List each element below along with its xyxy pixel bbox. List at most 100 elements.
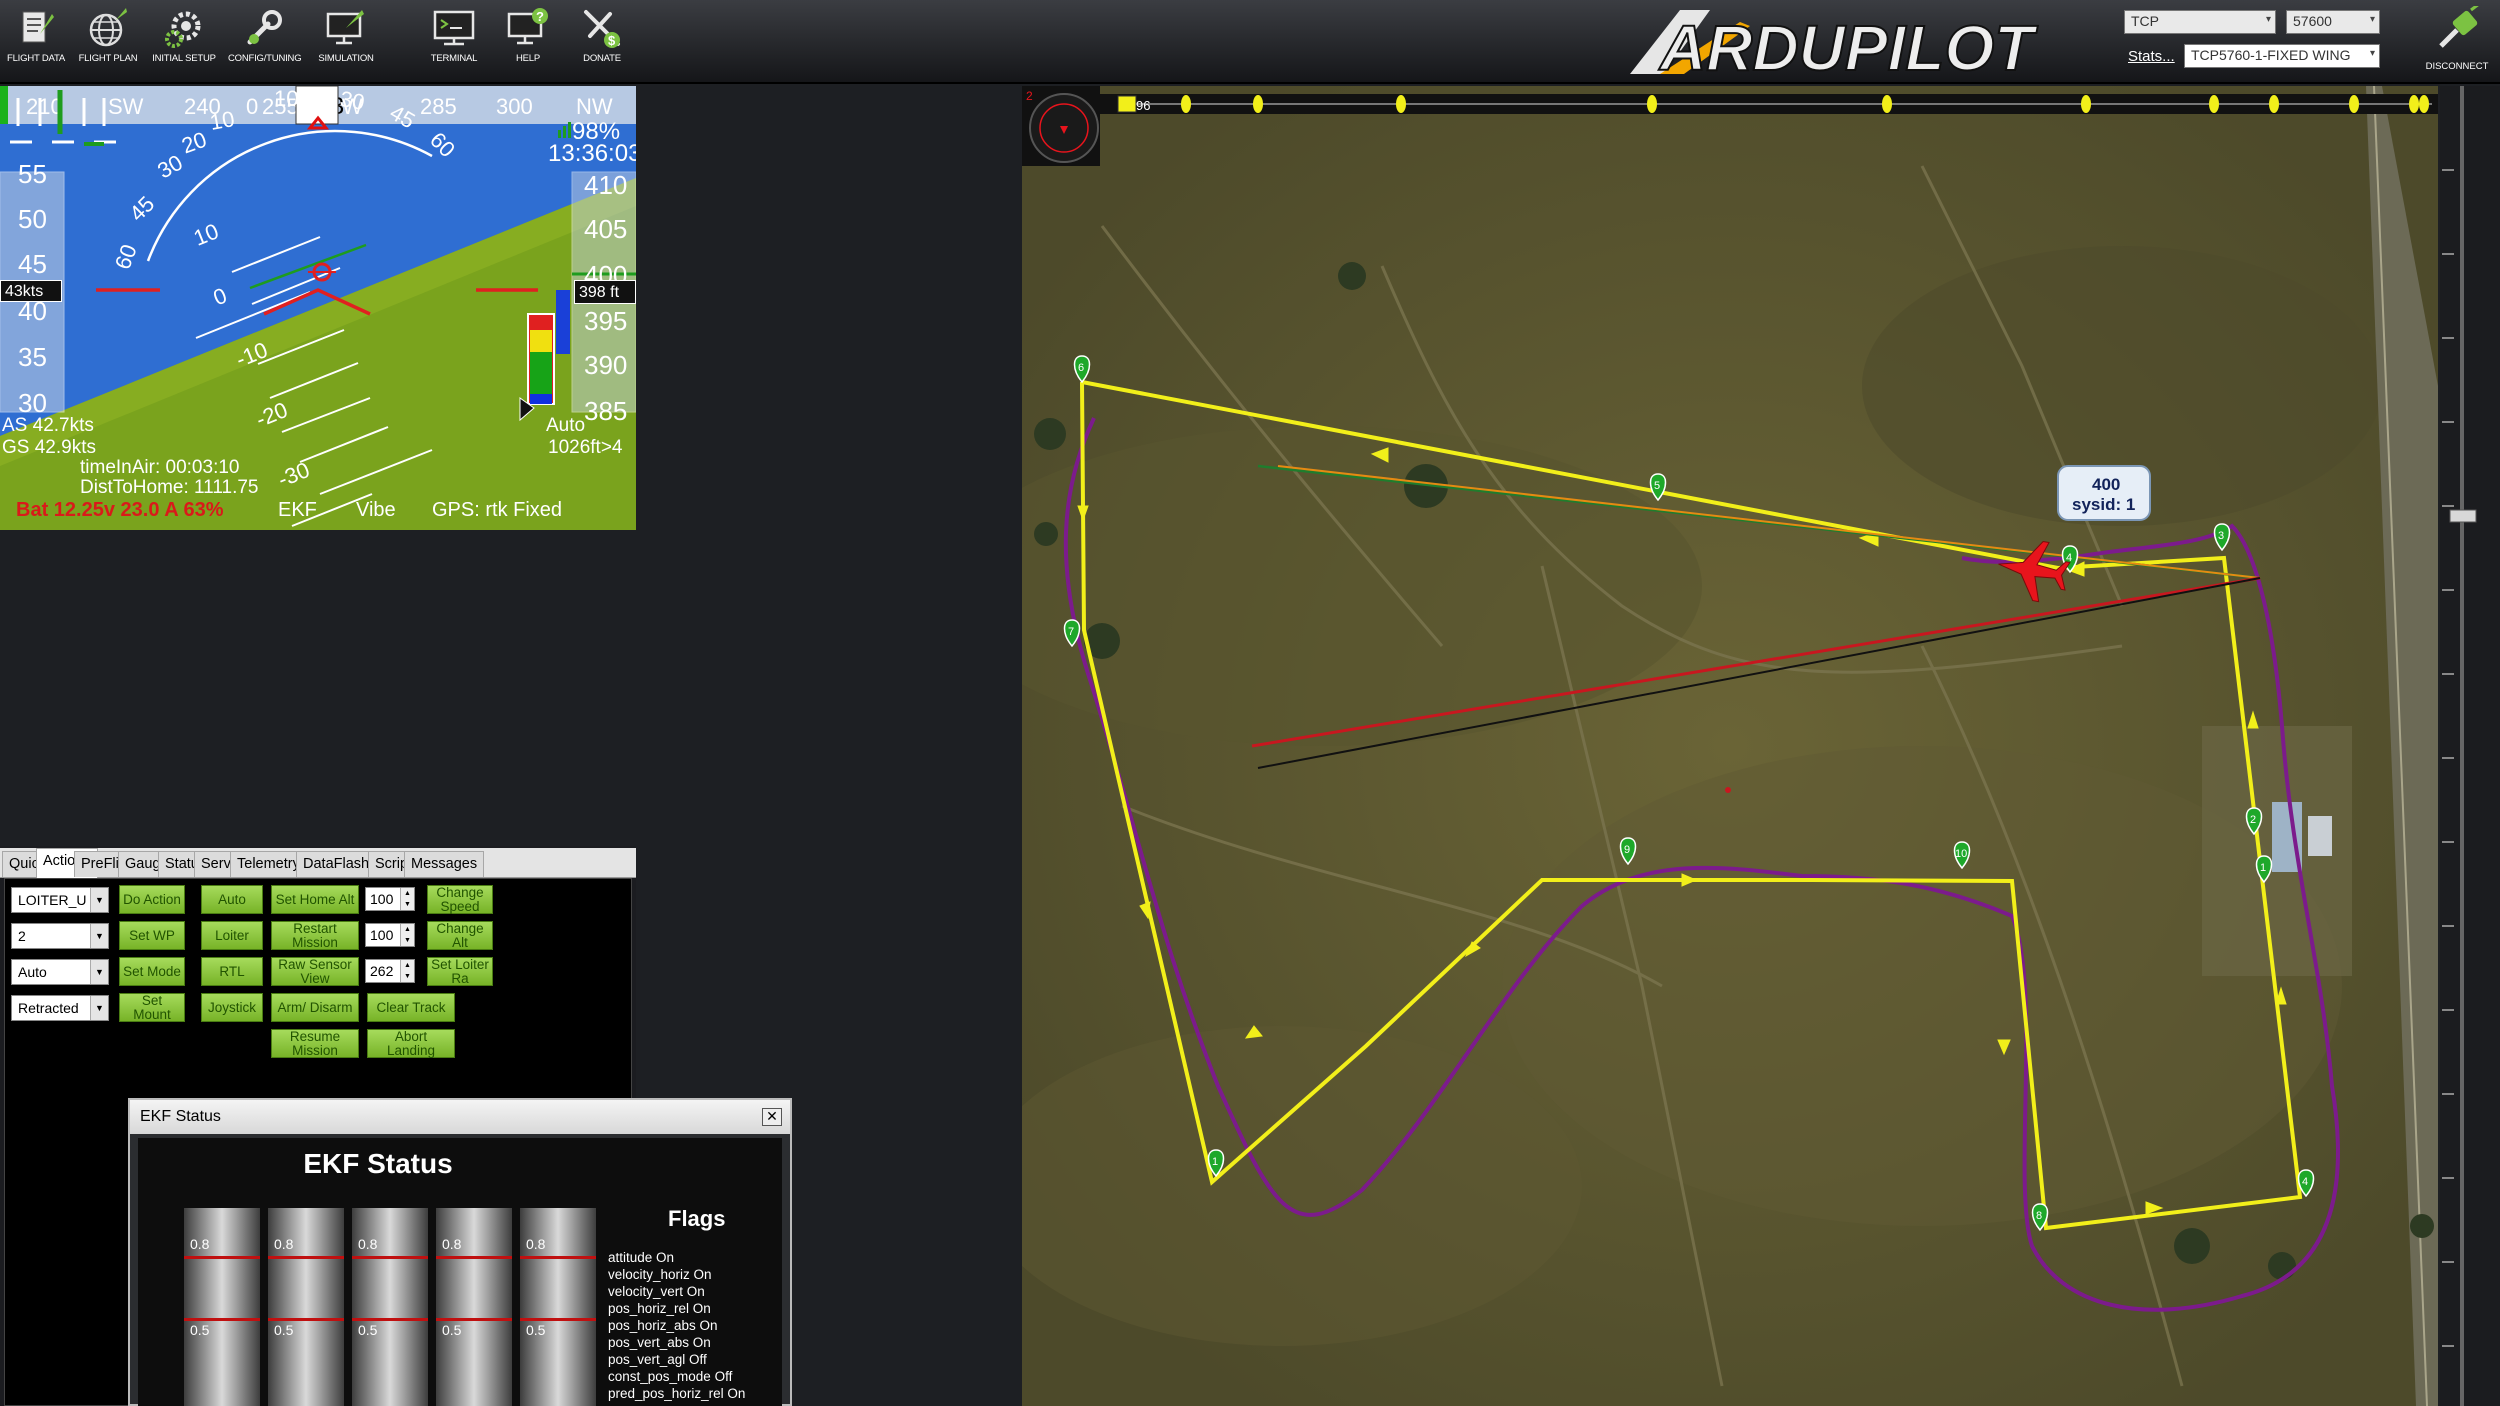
waypoint-select[interactable]: 2 ▼ [11, 923, 109, 949]
airspeed-readout: 43kts [0, 280, 62, 302]
ekf-flag: velocity_horiz On [608, 1267, 712, 1282]
spinner-arrows-icon[interactable]: ▲ ▼ [400, 888, 414, 910]
terminal-icon [433, 10, 475, 46]
svg-text:7: 7 [1068, 626, 1074, 638]
chevron-down-icon: ▾ [2265, 14, 2271, 25]
altitude-tick: 405 [584, 214, 628, 244]
vibe-indicator[interactable]: Vibe [356, 500, 396, 520]
ekf-indicator[interactable]: EKF [278, 500, 317, 520]
wrench-icon [247, 10, 282, 45]
mode-select[interactable]: Auto ▼ [11, 959, 109, 985]
arm-disarm-button[interactable]: Arm/ Disarm [271, 993, 359, 1022]
altitude-tick: 395 [584, 306, 628, 336]
resume-mission-button[interactable]: Resume Mission [271, 1029, 359, 1058]
abort-landing-button[interactable]: Abort Landing [367, 1029, 455, 1058]
map-zoom-slider[interactable] [2440, 86, 2500, 1406]
heading-tick: 210 [26, 94, 63, 119]
ekf-compass-bar: 0.8 0.5 [436, 1208, 512, 1406]
satellite-map[interactable]: 6 5 3 7 9 10 8 4 2 1 1 4 400 sysid: 1 2 … [1022, 86, 2438, 1406]
airspeed-text: AS 42.7kts [2, 415, 94, 436]
ekf-window-titlebar[interactable]: EKF Status [130, 1100, 790, 1134]
restart-mission-button[interactable]: Restart Mission [271, 921, 359, 950]
flight-data-tabs: Quick Actions PreFlight Gauges Status Se… [0, 848, 636, 878]
gps-status[interactable]: GPS: rtk Fixed [432, 500, 562, 520]
battery-status[interactable]: Bat 12.25v 23.0 A 63% [16, 500, 224, 520]
svg-text:?: ? [536, 9, 544, 24]
stats-link[interactable]: Stats... [2128, 48, 2175, 65]
ekf-velocity-bar: 0.8 0.5 [184, 1208, 260, 1406]
config-tuning-button[interactable]: CONFIG/TUNING [228, 4, 302, 80]
joystick-button[interactable]: Joystick [201, 993, 263, 1022]
do-action-button[interactable]: Do Action [119, 885, 185, 914]
zoom-slider-thumb[interactable] [2449, 509, 2477, 523]
auto-button[interactable]: Auto [201, 885, 263, 914]
speed-tick: 55 [18, 159, 47, 189]
help-button[interactable]: ? HELP [492, 4, 564, 80]
flight-data-icon [22, 11, 54, 43]
flight-plan-button[interactable]: FLIGHT PLAN [72, 4, 144, 80]
baud-rate-select[interactable]: 57600 ▾ [2286, 10, 2380, 34]
svg-text:9: 9 [1624, 844, 1630, 856]
chevron-down-icon: ▼ [90, 888, 108, 912]
main-toolbar: FLIGHT DATA FLIGHT PLAN INITIAL SETUP CO… [0, 0, 2500, 85]
loiter-radius-input[interactable]: 262 ▲ ▼ [365, 959, 415, 983]
svg-text:8: 8 [2036, 1210, 2042, 1222]
vehicle-select[interactable]: TCP5760-1-FIXED WING ▾ [2184, 44, 2380, 68]
svg-text:4: 4 [2302, 1176, 2308, 1188]
distance-to-home: DistToHome: 1111.75 [80, 477, 259, 498]
setup-gears-icon [165, 11, 201, 48]
groundspeed-text: GS 42.9kts [2, 437, 96, 458]
ekf-heading: EKF Status [303, 1148, 453, 1179]
rtl-button[interactable]: RTL [201, 957, 263, 986]
initial-setup-button[interactable]: INITIAL SETUP [148, 4, 220, 80]
clock-time: 13:36:03 [548, 140, 636, 167]
svg-text:5: 5 [1654, 480, 1660, 492]
spinner-arrows-icon[interactable]: ▲ ▼ [400, 924, 414, 946]
raw-sensor-view-button[interactable]: Raw Sensor View [271, 957, 359, 986]
altitude-tick: 385 [584, 396, 628, 426]
disconnect-button[interactable]: DISCONNECT [2416, 2, 2498, 80]
close-icon[interactable]: ✕ [762, 1108, 782, 1126]
globe-icon [89, 8, 127, 47]
connection-type-select[interactable]: TCP ▾ [2124, 10, 2276, 34]
svg-text:96: 96 [1136, 98, 1150, 113]
speed-input[interactable]: 100 ▲ ▼ [365, 887, 415, 911]
ekf-position-vert-bar: 0.8 0.5 [352, 1208, 428, 1406]
speed-tick: 35 [18, 342, 47, 372]
ekf-status-body: EKF Status 0.8 0.5 0.8 0.5 0.8 0.5 0.8 0.5 0… [138, 1138, 782, 1406]
donate-button[interactable]: $ DONATE [566, 4, 638, 80]
mount-select[interactable]: Retracted ▼ [11, 995, 109, 1021]
waypoint-distance: 1026ft>4 [548, 437, 623, 458]
heading-tick: 300 [496, 94, 533, 119]
set-wp-button[interactable]: Set WP [119, 921, 185, 950]
ekf-flag: const_pos_mode Off [608, 1369, 733, 1384]
chevron-down-icon: ▾ [2369, 48, 2375, 59]
simulation-button[interactable]: SIMULATION [310, 4, 382, 80]
set-home-alt-button[interactable]: Set Home Alt [271, 885, 359, 914]
set-mode-button[interactable]: Set Mode [119, 957, 185, 986]
clear-track-button[interactable]: Clear Track [367, 993, 455, 1022]
svg-text:400: 400 [2092, 475, 2120, 494]
speed-tick: 50 [18, 204, 47, 234]
heading-tick: NW [576, 94, 613, 119]
ekf-status-window: EKF Status ✕ EKF Status 0.8 0.5 0.8 0.5 0.… [128, 1098, 792, 1406]
loiter-button[interactable]: Loiter [201, 921, 263, 950]
change-alt-button[interactable]: Change Alt [427, 921, 493, 950]
ardupilot-logo: ARDUPILOT [1620, 2, 2120, 85]
change-speed-button[interactable]: Change Speed [427, 885, 493, 914]
action-select[interactable]: LOITER_U ▼ [11, 887, 109, 913]
svg-text:$: $ [608, 33, 616, 48]
simulation-monitor-icon [326, 10, 364, 45]
set-loiter-radius-button[interactable]: Set Loiter Ra [427, 957, 493, 986]
ekf-flag: velocity_vert On [608, 1284, 705, 1299]
ekf-position-horiz-bar: 0.8 0.5 [268, 1208, 344, 1406]
spinner-arrows-icon[interactable]: ▲ ▼ [400, 960, 414, 982]
altitude-readout: 398 ft [574, 280, 636, 304]
tab-messages[interactable]: Messages [404, 851, 485, 877]
altitude-input[interactable]: 100 ▲ ▼ [365, 923, 415, 947]
terminal-button[interactable]: TERMINAL [418, 4, 490, 80]
svg-text:10: 10 [1955, 848, 1967, 860]
chevron-down-icon: ▾ [2369, 14, 2375, 25]
flight-data-button[interactable]: FLIGHT DATA [0, 4, 72, 80]
set-mount-button[interactable]: Set Mount [119, 993, 185, 1022]
